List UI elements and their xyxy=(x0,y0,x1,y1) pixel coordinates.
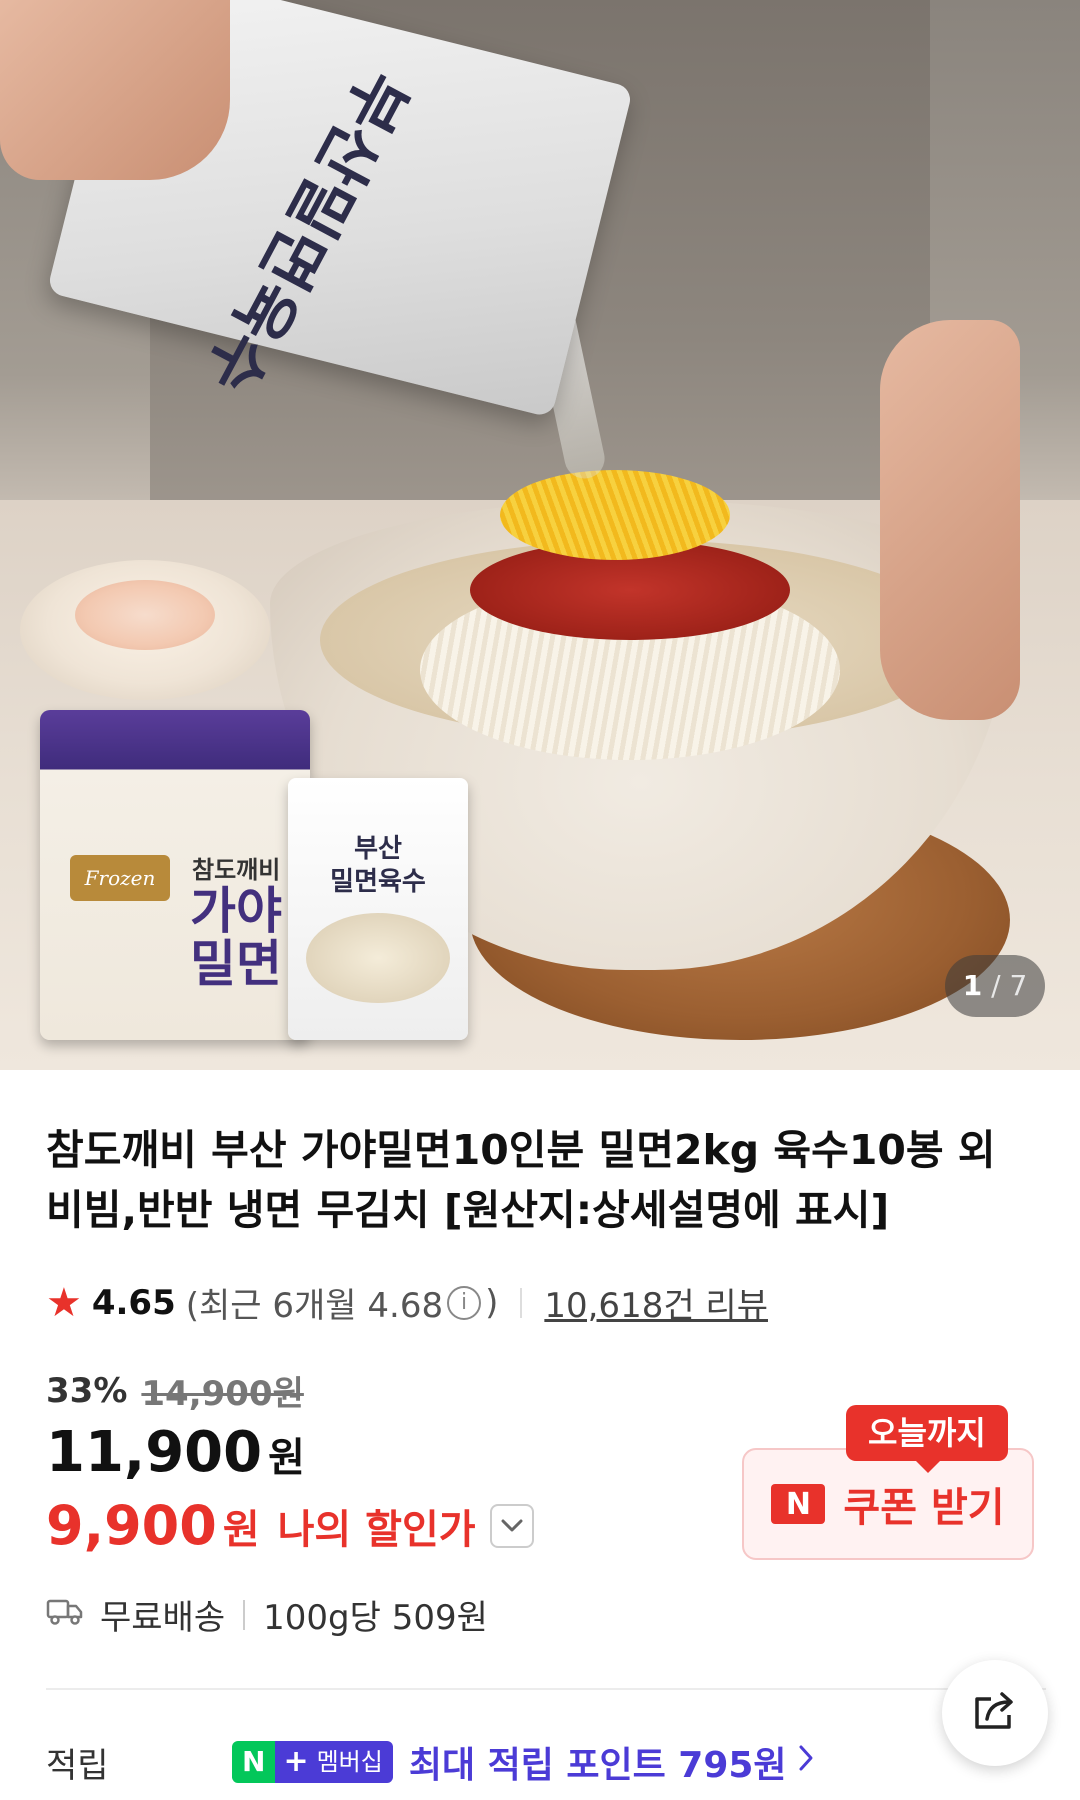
divider xyxy=(243,1599,246,1630)
membership-text: 멤버십 xyxy=(316,1741,393,1783)
sale-price: 11,900 xyxy=(46,1420,263,1485)
broth-package: 부산 밀면육수 xyxy=(288,778,468,1040)
pager-total: 7 xyxy=(1009,969,1028,1002)
naver-plus-membership-badge: N + 멤버십 xyxy=(232,1741,393,1783)
membership-n: N xyxy=(232,1741,276,1783)
package-brand: 참도깨비 xyxy=(192,856,281,884)
review-count-link[interactable]: 10,618건 리뷰 xyxy=(544,1278,768,1327)
truck-icon xyxy=(46,1595,84,1635)
broth-package-photo xyxy=(306,913,450,1003)
product-title: 참도깨비 부산 가야밀면10인분 밀면2kg 육수10봉 외 비빔,반반 냉면 … xyxy=(46,1126,996,1234)
rating-value: 4.65 xyxy=(91,1282,176,1323)
my-price-row[interactable]: 9,900 원 나의 할인가 xyxy=(46,1494,534,1557)
side-dish-radish xyxy=(20,560,270,700)
price-row: 11,900 원 xyxy=(46,1420,305,1485)
coupon-label: 쿠폰 받기 xyxy=(843,1485,1005,1531)
info-icon[interactable]: i xyxy=(447,1285,482,1320)
share-icon xyxy=(971,1689,1019,1737)
divider xyxy=(520,1287,523,1318)
delivery-row: 무료배송 100g당 509원 xyxy=(46,1590,488,1639)
coupon-deadline-badge: 오늘까지 xyxy=(846,1405,1008,1473)
original-price: 14,900원 xyxy=(141,1374,304,1414)
chevron-right-icon xyxy=(797,1742,815,1782)
shipping-text: 무료배송 xyxy=(100,1598,226,1638)
noodle-package: Frozen 참도깨비 가야 밀면 xyxy=(40,710,310,1040)
recent-rating[interactable]: (최근 6개월 4.68 i ) xyxy=(186,1278,499,1327)
my-price-label: 나의 할인가 xyxy=(277,1506,476,1553)
section-divider xyxy=(46,1688,1046,1690)
naver-n-icon: N xyxy=(771,1484,826,1524)
chevron-down-icon[interactable] xyxy=(489,1503,534,1548)
frozen-badge: Frozen xyxy=(70,855,170,901)
membership-plus: + xyxy=(275,1741,317,1783)
broth-package-name: 부산 밀면육수 xyxy=(330,834,426,897)
my-discount-price: 9,900 xyxy=(46,1494,217,1557)
star-icon: ★ xyxy=(46,1279,82,1326)
right-hand xyxy=(880,320,1020,720)
pager-current: 1 xyxy=(962,969,983,1002)
image-pager: 1 / 7 xyxy=(945,955,1045,1017)
pager-separator: / xyxy=(991,969,1001,1002)
recent-rating-close: ) xyxy=(485,1282,499,1323)
my-price-unit: 원 xyxy=(222,1506,260,1553)
package-name: 가야 밀면 xyxy=(190,882,282,993)
coupon-button[interactable]: N 쿠폰 받기 xyxy=(742,1448,1034,1560)
product-image-gallery[interactable]: 부산밀면육수 Frozen 참도깨비 가야 밀면 부산 밀면육수 1 / 7 xyxy=(0,0,1080,1070)
points-row[interactable]: 적립 N + 멤버십 최대 적립 포인트 795원 xyxy=(46,1736,1046,1788)
points-label: 적립 xyxy=(46,1745,109,1786)
left-hand xyxy=(0,0,230,180)
unit-price: 100g당 509원 xyxy=(263,1598,488,1638)
recent-rating-text: (최근 6개월 4.68 xyxy=(185,1286,444,1326)
egg-strips-topping xyxy=(500,470,730,560)
max-points-text: 최대 적립 포인트 795원 xyxy=(408,1745,787,1786)
rating-row: ★ 4.65 (최근 6개월 4.68 i ) 10,618건 리뷰 xyxy=(46,1278,768,1327)
discount-row: 33% 14,900원 xyxy=(46,1366,304,1415)
price-unit: 원 xyxy=(268,1435,305,1481)
discount-rate: 33% xyxy=(46,1370,128,1411)
